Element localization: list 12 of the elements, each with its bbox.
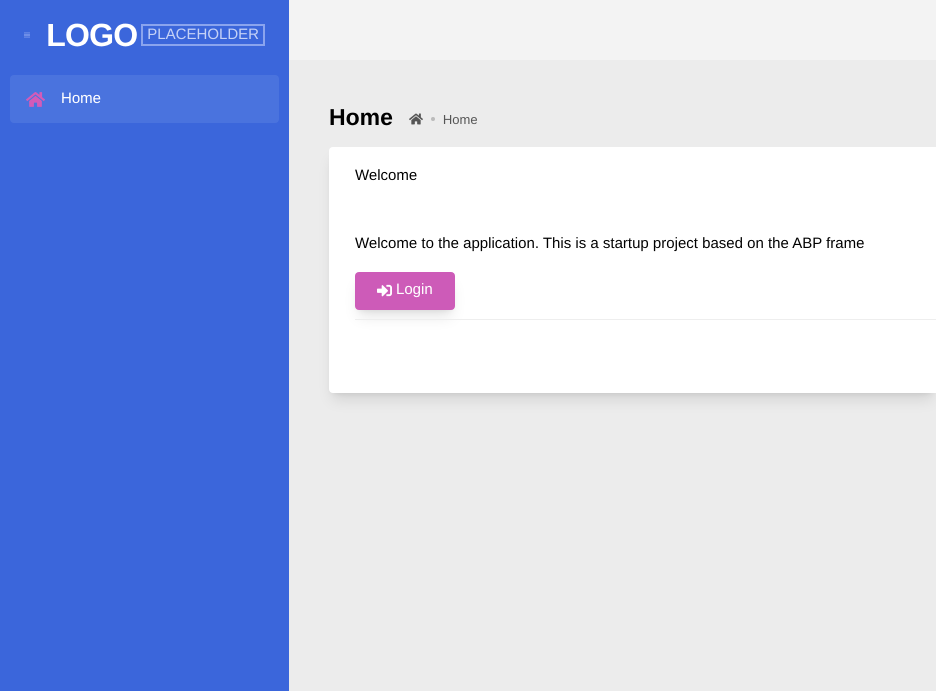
house-icon [26, 90, 45, 108]
breadcrumb-item[interactable]: Home [442, 110, 478, 129]
login-button[interactable]: Login [355, 272, 455, 310]
home-icon[interactable] [408, 112, 423, 126]
page-title: Home [329, 103, 393, 132]
logo-text: LOGO [46, 19, 138, 51]
sign-in-icon [377, 283, 392, 298]
sidebar-item[interactable]: Home [10, 75, 279, 123]
breadcrumb-separator [430, 117, 435, 122]
card-title: Welcome [355, 166, 418, 186]
welcome-message: Welcome to the application. This is a startup project based on the ABP frame [355, 234, 866, 254]
logo-tag: PLACEHOLDER [141, 24, 265, 46]
